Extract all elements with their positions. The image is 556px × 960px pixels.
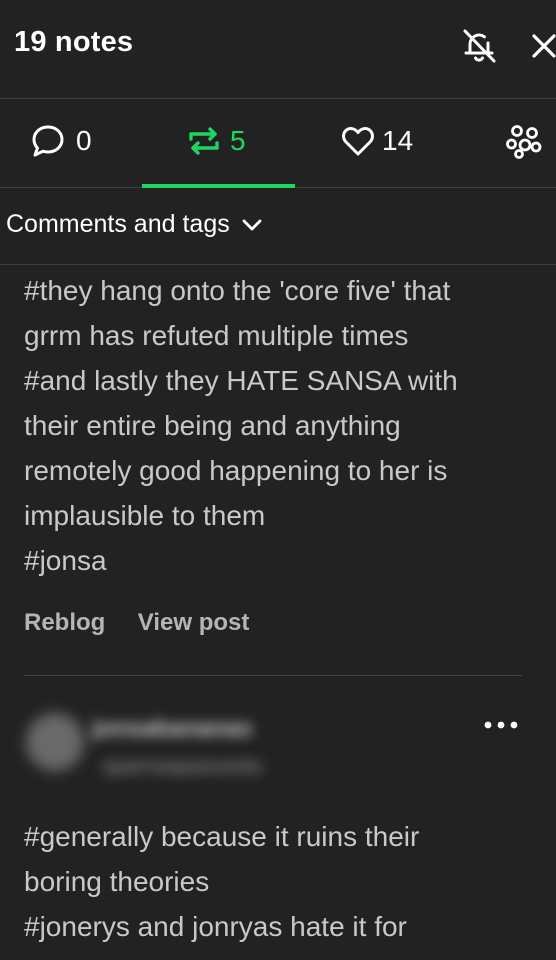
tag-line: remotely good happening to her is bbox=[24, 455, 448, 486]
tag-line: #and lastly they HATE SANSA with bbox=[24, 365, 458, 396]
tag-line: grrm has refuted multiple times bbox=[24, 320, 409, 351]
tag-line: boring theories bbox=[24, 866, 210, 897]
heart-icon bbox=[342, 127, 374, 156]
author-name[interactable]: jonsabananas bbox=[92, 715, 252, 743]
reblogs-count: 5 bbox=[230, 125, 246, 156]
comment-icon bbox=[32, 125, 64, 157]
notes-tabs: 0 5 14 bbox=[0, 99, 556, 188]
close-button[interactable] bbox=[528, 30, 556, 62]
replies-count: 0 bbox=[76, 125, 92, 156]
tab-replies[interactable]: 0 bbox=[28, 99, 118, 187]
filter-label: Comments and tags bbox=[6, 210, 230, 238]
comments-and-tags-dropdown[interactable]: Comments and tags bbox=[6, 210, 264, 244]
more-icon bbox=[484, 721, 518, 729]
tab-reblogs[interactable]: 5 bbox=[142, 99, 295, 188]
tab-likes[interactable]: 14 bbox=[340, 99, 440, 187]
likes-count: 14 bbox=[382, 125, 414, 156]
divider bbox=[24, 675, 522, 676]
community-icon bbox=[506, 125, 542, 159]
tag-line: #jonerys and jonryas hate it for bbox=[24, 911, 407, 942]
tag-line: #jonsa bbox=[24, 545, 107, 576]
more-options-button[interactable] bbox=[482, 713, 522, 737]
view-post-link[interactable]: View post bbox=[138, 609, 250, 636]
mute-notifications-button[interactable] bbox=[460, 27, 498, 65]
reblog-tags: #they hang onto the 'core five' that grr… bbox=[24, 268, 524, 583]
chevron-down-icon bbox=[242, 219, 262, 230]
reblog-icon bbox=[189, 127, 219, 155]
page-title: 19 notes bbox=[14, 26, 134, 58]
notes-header: 19 notes bbox=[0, 0, 556, 99]
reblog-tags: #generally because it ruins their boring… bbox=[24, 814, 524, 949]
tag-line: implausible to them bbox=[24, 500, 266, 531]
bell-off-icon bbox=[463, 29, 496, 63]
avatar[interactable] bbox=[26, 713, 84, 771]
tag-line: #generally because it ruins their bbox=[24, 821, 420, 852]
tag-line: #they hang onto the 'core five' that bbox=[24, 275, 451, 306]
filter-bar: Comments and tags bbox=[0, 188, 556, 265]
post-actions: Reblog View post bbox=[24, 609, 277, 643]
notes-feed: #they hang onto the 'core five' that grr… bbox=[0, 265, 556, 960]
close-icon bbox=[532, 34, 556, 58]
tab-community[interactable] bbox=[505, 99, 545, 187]
reblogged-from: sparrowpassonto bbox=[102, 755, 262, 778]
reblog-link[interactable]: Reblog bbox=[24, 609, 105, 636]
tag-line: their entire being and anything bbox=[24, 410, 401, 441]
